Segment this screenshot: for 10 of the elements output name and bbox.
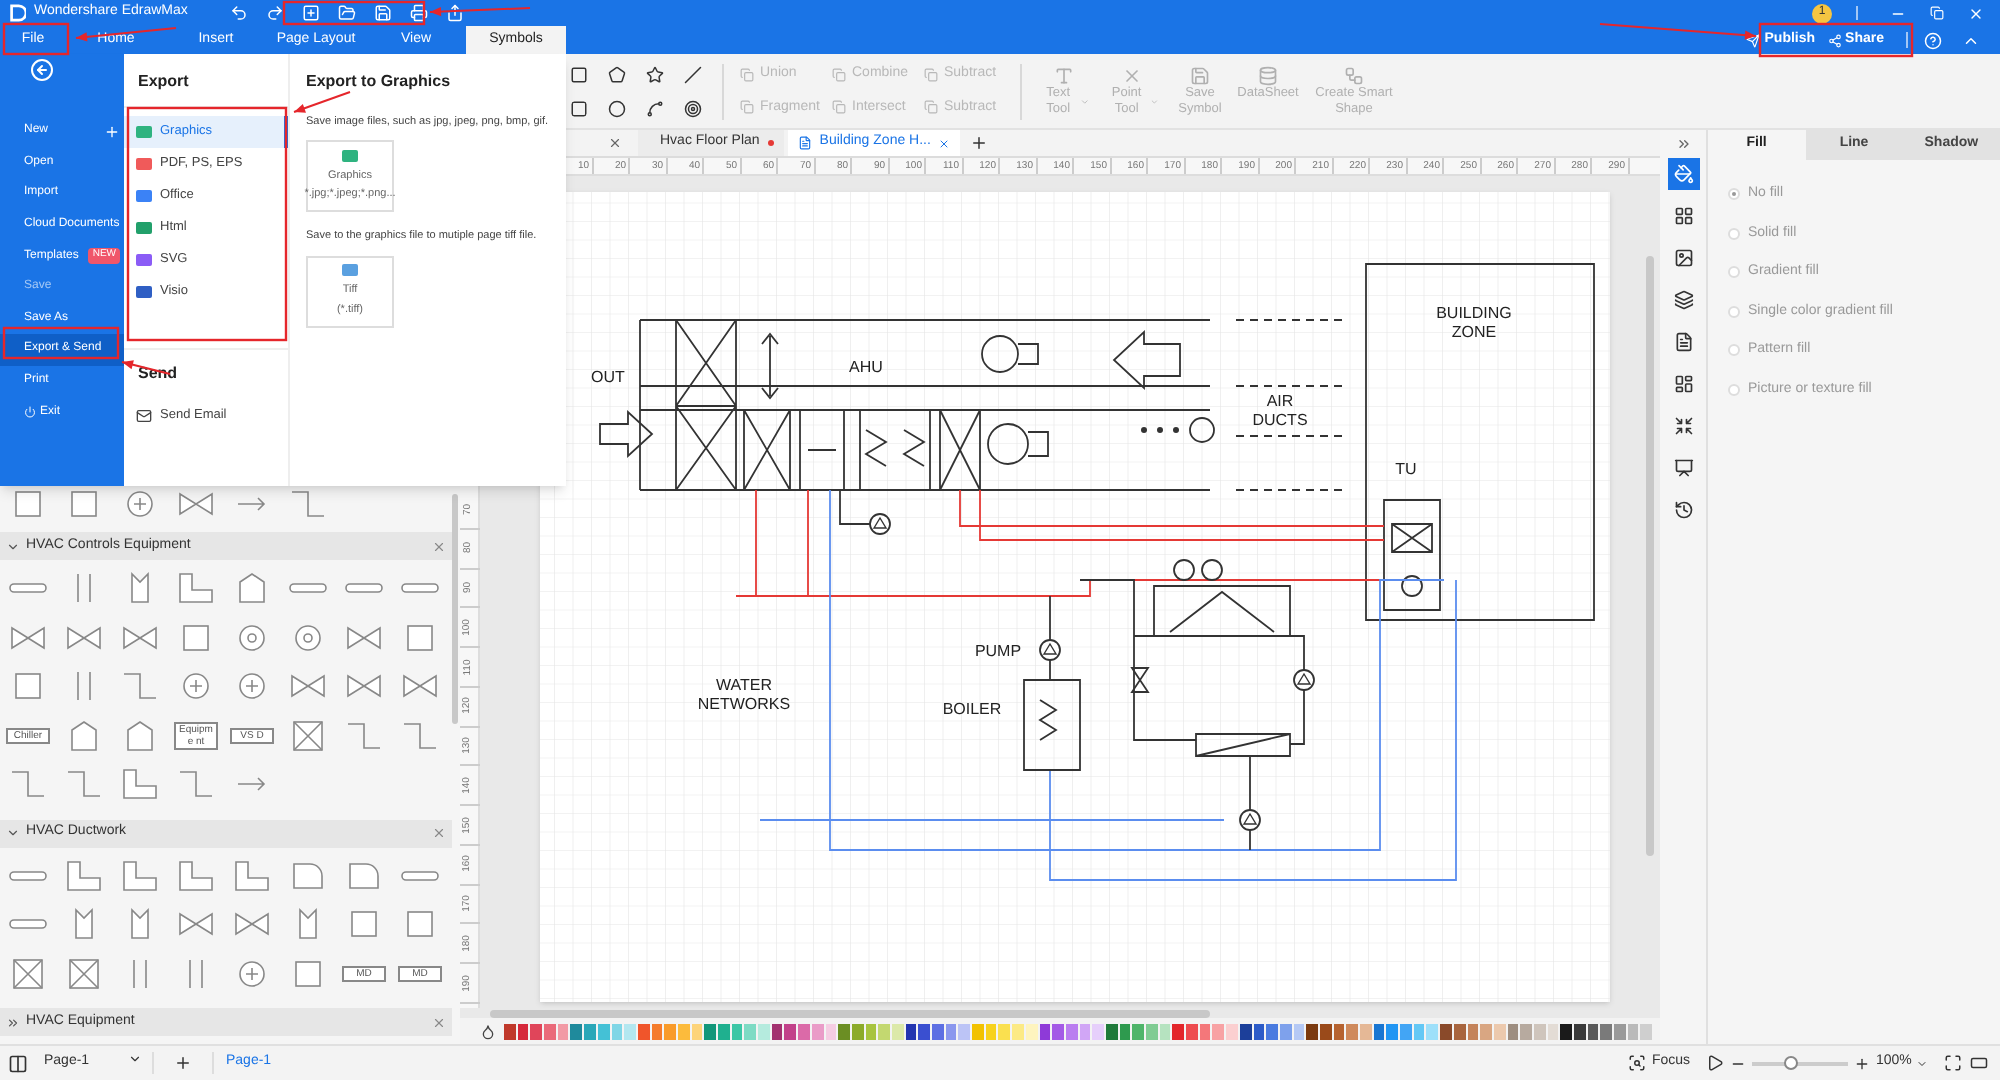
diagram-label: WATER NETWORKS — [697, 676, 791, 713]
diagram-label: AHU — [849, 358, 883, 376]
diagram-label: BOILER — [942, 700, 1002, 718]
panel-heading: Export — [124, 54, 288, 108]
panel-heading: Export to Graphics — [306, 70, 451, 94]
diagram-label: TU — [1395, 460, 1417, 478]
diagram-label: OUT — [591, 368, 625, 386]
diagram-label: AIR DUCTS — [1252, 392, 1308, 429]
diagram-label: PUMP — [974, 642, 1022, 660]
diagram-label: BUILDING ZONE — [1436, 304, 1512, 341]
